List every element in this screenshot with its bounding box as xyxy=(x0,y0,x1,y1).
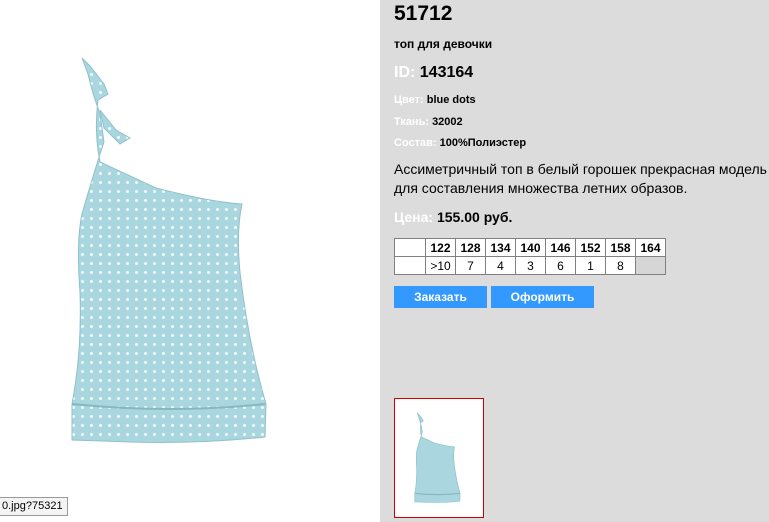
stock-input-cell[interactable]: 7 xyxy=(455,256,486,275)
status-bar-url: 0.jpg?75321 xyxy=(0,497,68,516)
stock-input-cell[interactable]: 1 xyxy=(575,256,606,275)
size-header: 134 xyxy=(485,238,516,257)
product-name: топ для девочки xyxy=(394,37,493,51)
size-header: 158 xyxy=(605,238,636,257)
stock-input-cell[interactable]: 8 xyxy=(605,256,636,275)
price-label: Цена: xyxy=(394,209,434,225)
stock-corner-cell xyxy=(394,256,426,275)
size-header: 122 xyxy=(425,238,456,257)
size-header: 140 xyxy=(515,238,546,257)
stock-row: >10 7 4 3 6 1 8 xyxy=(394,256,666,275)
color-label: Цвет: xyxy=(394,94,424,106)
fabric-label: Ткань: xyxy=(394,116,429,128)
product-photo xyxy=(60,52,300,457)
product-image-area: 0.jpg?75321 xyxy=(0,0,380,522)
size-table: 122 128 134 140 146 152 158 164 >10 7 4 … xyxy=(394,238,666,275)
stock-unavailable-cell xyxy=(635,256,666,275)
product-details: 51712 топ для девочки ID: 143164 Цвет: b… xyxy=(380,0,769,522)
size-header: 128 xyxy=(455,238,486,257)
fabric-row: Ткань: 32002 xyxy=(394,116,463,128)
garment-thumbnail-icon xyxy=(414,412,461,503)
stock-input-cell[interactable]: 3 xyxy=(515,256,546,275)
stock-input-cell[interactable]: >10 xyxy=(425,256,456,275)
product-description: Ассиметричный топ в белый горошек прекра… xyxy=(394,161,767,196)
price: Цена: 155.00 руб. xyxy=(394,209,512,225)
stock-input-cell[interactable]: 4 xyxy=(485,256,516,275)
size-header: 152 xyxy=(575,238,606,257)
product-id: ID: 143164 xyxy=(394,64,473,82)
id-label: ID: xyxy=(394,64,416,81)
stock-input-cell[interactable]: 6 xyxy=(545,256,576,275)
size-corner-cell xyxy=(394,238,426,257)
composition-label: Состав: xyxy=(394,137,437,149)
size-header-row: 122 128 134 140 146 152 158 164 xyxy=(394,238,666,257)
price-value: 155.00 руб. xyxy=(436,209,513,225)
order-button[interactable]: Заказать xyxy=(394,286,487,308)
color-row: Цвет: blue dots xyxy=(394,94,476,106)
checkout-button[interactable]: Оформить xyxy=(491,286,594,308)
product-thumbnail[interactable] xyxy=(394,398,484,518)
size-header: 164 xyxy=(635,238,666,257)
id-value: 143164 xyxy=(419,64,474,81)
article-number: 51712 xyxy=(394,2,453,25)
size-header: 146 xyxy=(545,238,576,257)
color-value: blue dots xyxy=(426,94,476,106)
fabric-value: 32002 xyxy=(432,116,463,128)
composition-value: 100%Полиэстер xyxy=(439,137,527,149)
composition-row: Состав: 100%Полиэстер xyxy=(394,137,526,149)
